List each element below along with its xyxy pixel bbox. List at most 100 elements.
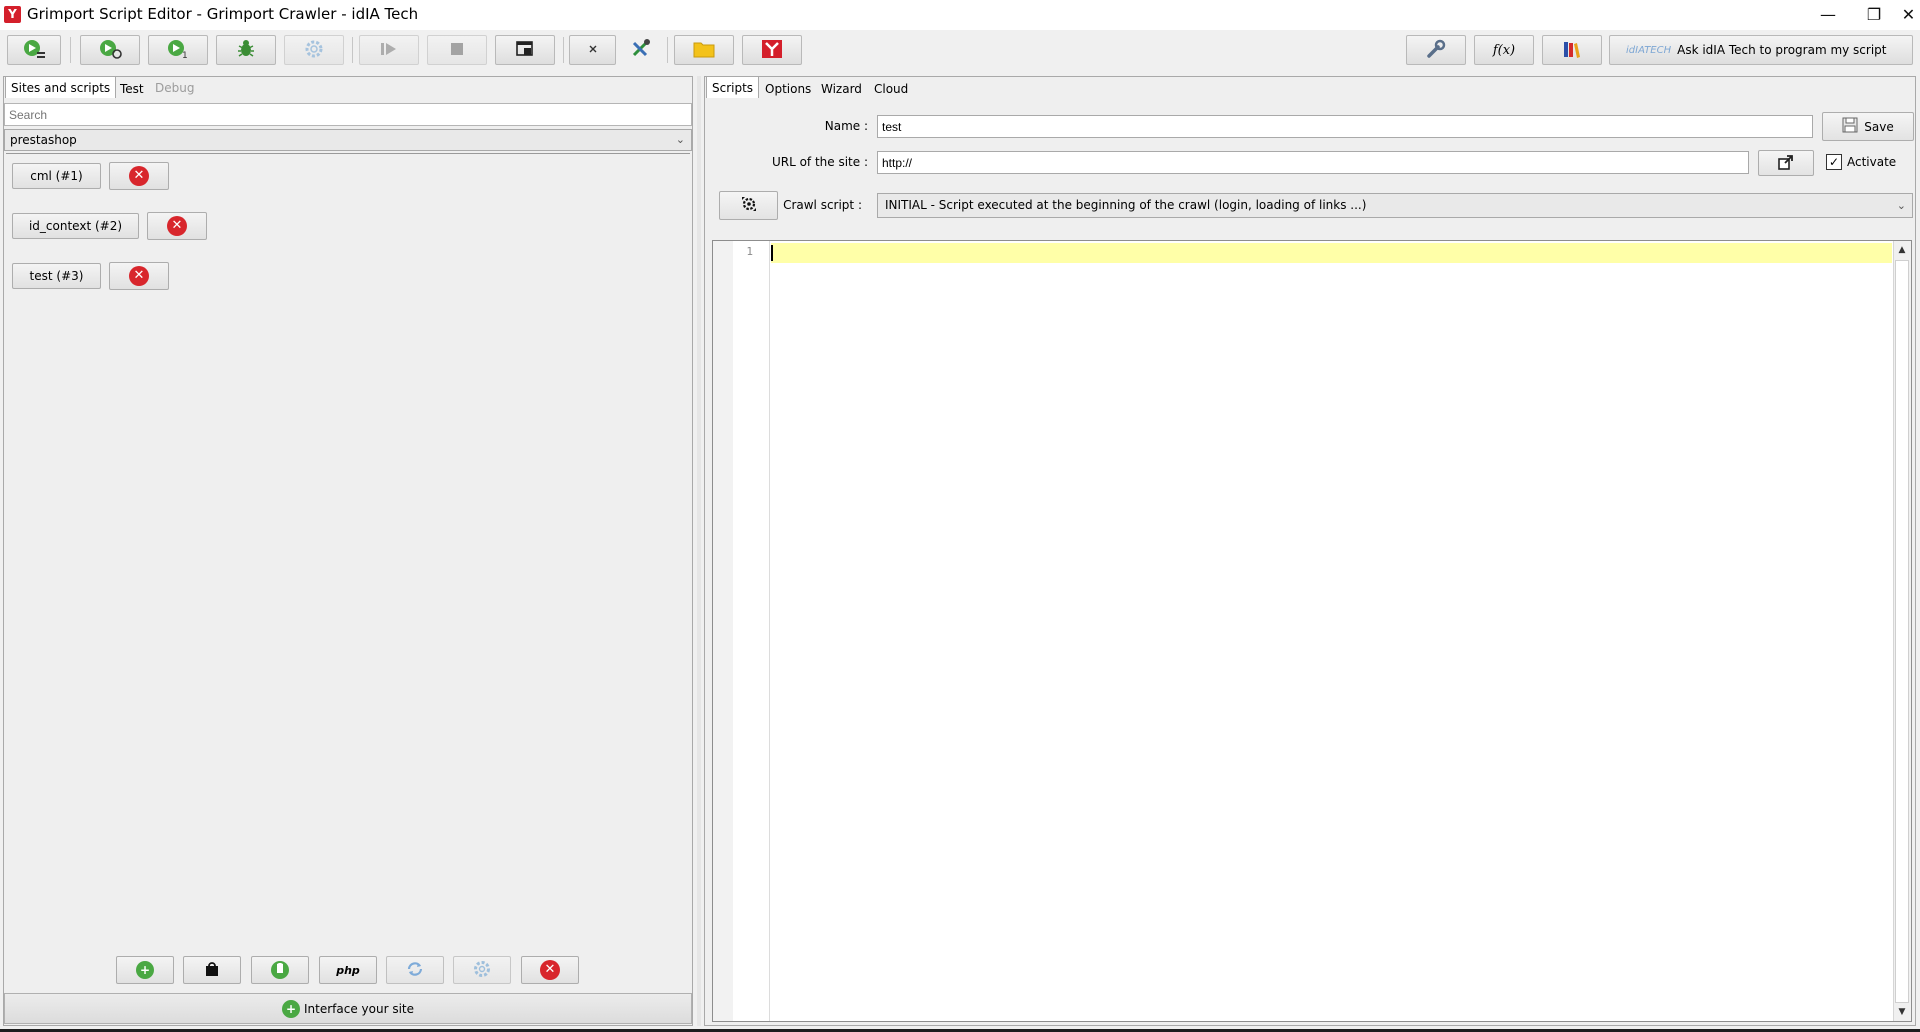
window-button[interactable] — [495, 35, 555, 65]
scroll-down-arrow-icon[interactable]: ▼ — [1893, 1003, 1911, 1021]
script-button[interactable]: cml (#1) — [12, 163, 101, 189]
script-button[interactable]: id_context (#2) — [12, 213, 139, 239]
site-select-value: prestashop — [10, 133, 77, 147]
folder-icon — [692, 39, 716, 62]
stop-button[interactable] — [427, 35, 487, 65]
tab-wizard[interactable]: Wizard — [816, 78, 867, 100]
functions-button[interactable]: f(x) — [1474, 35, 1534, 65]
delete-icon: ✕ — [129, 266, 149, 286]
library-button[interactable] — [1542, 35, 1602, 65]
tab-options[interactable]: Options — [760, 78, 816, 100]
maximize-button[interactable]: ❐ — [1851, 0, 1897, 30]
open-url-button[interactable] — [1758, 150, 1814, 176]
delete-site-button[interactable]: ✕ — [521, 956, 579, 984]
panel-splitter[interactable] — [697, 76, 701, 1026]
shirt-icon — [271, 961, 289, 979]
app-logo-icon: Y — [4, 6, 21, 23]
delete-icon: ✕ — [167, 216, 187, 236]
play-icon — [378, 40, 400, 61]
add-site-button[interactable]: + — [116, 956, 174, 984]
save-icon — [1842, 117, 1858, 136]
svg-text:1: 1 — [182, 51, 188, 60]
ask-idia-tech-label: Ask idIA Tech to program my script — [1677, 43, 1887, 57]
crawl-script-label: Crawl script : — [783, 198, 862, 212]
run-crawler-button[interactable] — [7, 35, 61, 65]
window-icon — [514, 39, 536, 62]
toolbar-separator — [563, 37, 564, 63]
editor-fold-margin — [713, 241, 733, 1021]
window-title: Grimport Script Editor - Grimport Crawle… — [27, 5, 419, 23]
idia-tech-logo-icon: idIATECH — [1626, 44, 1672, 56]
run-refresh-icon — [97, 38, 123, 63]
code-editor[interactable] — [712, 240, 1912, 1022]
tools-icon — [629, 38, 653, 63]
grimport-logo-icon — [760, 38, 784, 63]
tab-cloud[interactable]: Cloud — [869, 78, 913, 100]
wrench-icon — [1425, 38, 1447, 63]
delete-icon: ✕ — [540, 960, 560, 980]
add-icon: + — [281, 999, 300, 1018]
toolbar-separator — [667, 37, 668, 63]
save-button[interactable]: Save — [1822, 112, 1914, 141]
debug-bug-icon — [235, 38, 257, 63]
delete-script-button[interactable]: ✕ — [109, 162, 169, 190]
settings-gear-icon — [303, 38, 325, 63]
crawl-script-select[interactable]: INITIAL - Script executed at the beginni… — [877, 193, 1913, 218]
php-button[interactable]: php — [319, 956, 377, 984]
line-number-gutter — [733, 241, 770, 1021]
scroll-up-arrow-icon[interactable]: ▲ — [1893, 241, 1911, 259]
refresh-icon — [405, 959, 425, 982]
pin-button[interactable] — [569, 35, 616, 65]
line-number: 1 — [746, 245, 753, 258]
name-label: Name : — [824, 119, 868, 133]
save-label: Save — [1864, 119, 1894, 134]
open-folder-button[interactable] — [674, 35, 734, 65]
tools-button[interactable] — [620, 35, 662, 65]
minimize-button[interactable]: — — [1805, 0, 1851, 30]
current-line-highlight — [771, 243, 1892, 263]
wrench-button[interactable] — [1406, 35, 1466, 65]
add-icon: + — [136, 961, 154, 979]
debug-button[interactable] — [216, 35, 276, 65]
shopping-bag-icon — [203, 960, 221, 981]
run-crawler-icon — [21, 38, 47, 63]
run-update-icon: 1 — [165, 38, 191, 63]
site-select[interactable]: prestashop ⌄ — [4, 129, 692, 151]
tab-scripts[interactable]: Scripts — [706, 76, 760, 98]
chevron-down-icon: ⌄ — [1896, 199, 1906, 212]
run-update-button[interactable]: 1 — [148, 35, 208, 65]
scrollbar-thumb[interactable] — [1895, 260, 1909, 1003]
activate-checkbox[interactable]: ✓ — [1826, 154, 1842, 170]
pin-icon — [586, 42, 600, 59]
grimport-logo-button[interactable] — [742, 35, 802, 65]
tab-sites-and-scripts[interactable]: Sites and scripts — [5, 76, 117, 98]
toolbar-separator — [352, 37, 353, 63]
delete-script-button[interactable]: ✕ — [109, 262, 169, 290]
settings-button[interactable] — [284, 35, 344, 65]
site-divider — [6, 153, 690, 154]
shop-button[interactable] — [183, 956, 241, 984]
ask-idia-tech-button[interactable]: idIATECH Ask idIA Tech to program my scr… — [1609, 35, 1913, 65]
search-input[interactable] — [4, 103, 692, 126]
external-link-icon — [1778, 154, 1794, 173]
play-button[interactable] — [359, 35, 419, 65]
run-refresh-button[interactable] — [80, 35, 140, 65]
toolbar-separator — [70, 37, 71, 63]
books-icon — [1561, 38, 1583, 63]
script-button[interactable]: test (#3) — [12, 263, 101, 289]
delete-script-button[interactable]: ✕ — [147, 212, 207, 240]
tab-test[interactable]: Test — [115, 78, 149, 100]
stop-icon — [448, 40, 466, 61]
site-settings-button[interactable] — [453, 956, 511, 984]
interface-your-site-label: Interface your site — [303, 1001, 414, 1016]
close-window-button[interactable]: ✕ — [1897, 0, 1920, 30]
settings-icon — [472, 959, 492, 982]
tab-debug[interactable]: Debug — [150, 77, 199, 99]
function-icon: f(x) — [1492, 42, 1516, 58]
name-field[interactable] — [877, 115, 1813, 138]
refresh-button[interactable] — [386, 956, 444, 984]
php-icon: php — [336, 963, 360, 977]
url-field[interactable] — [877, 151, 1749, 174]
clothing-button[interactable] — [251, 956, 309, 984]
interface-your-site-button[interactable]: + Interface your site — [4, 993, 692, 1024]
